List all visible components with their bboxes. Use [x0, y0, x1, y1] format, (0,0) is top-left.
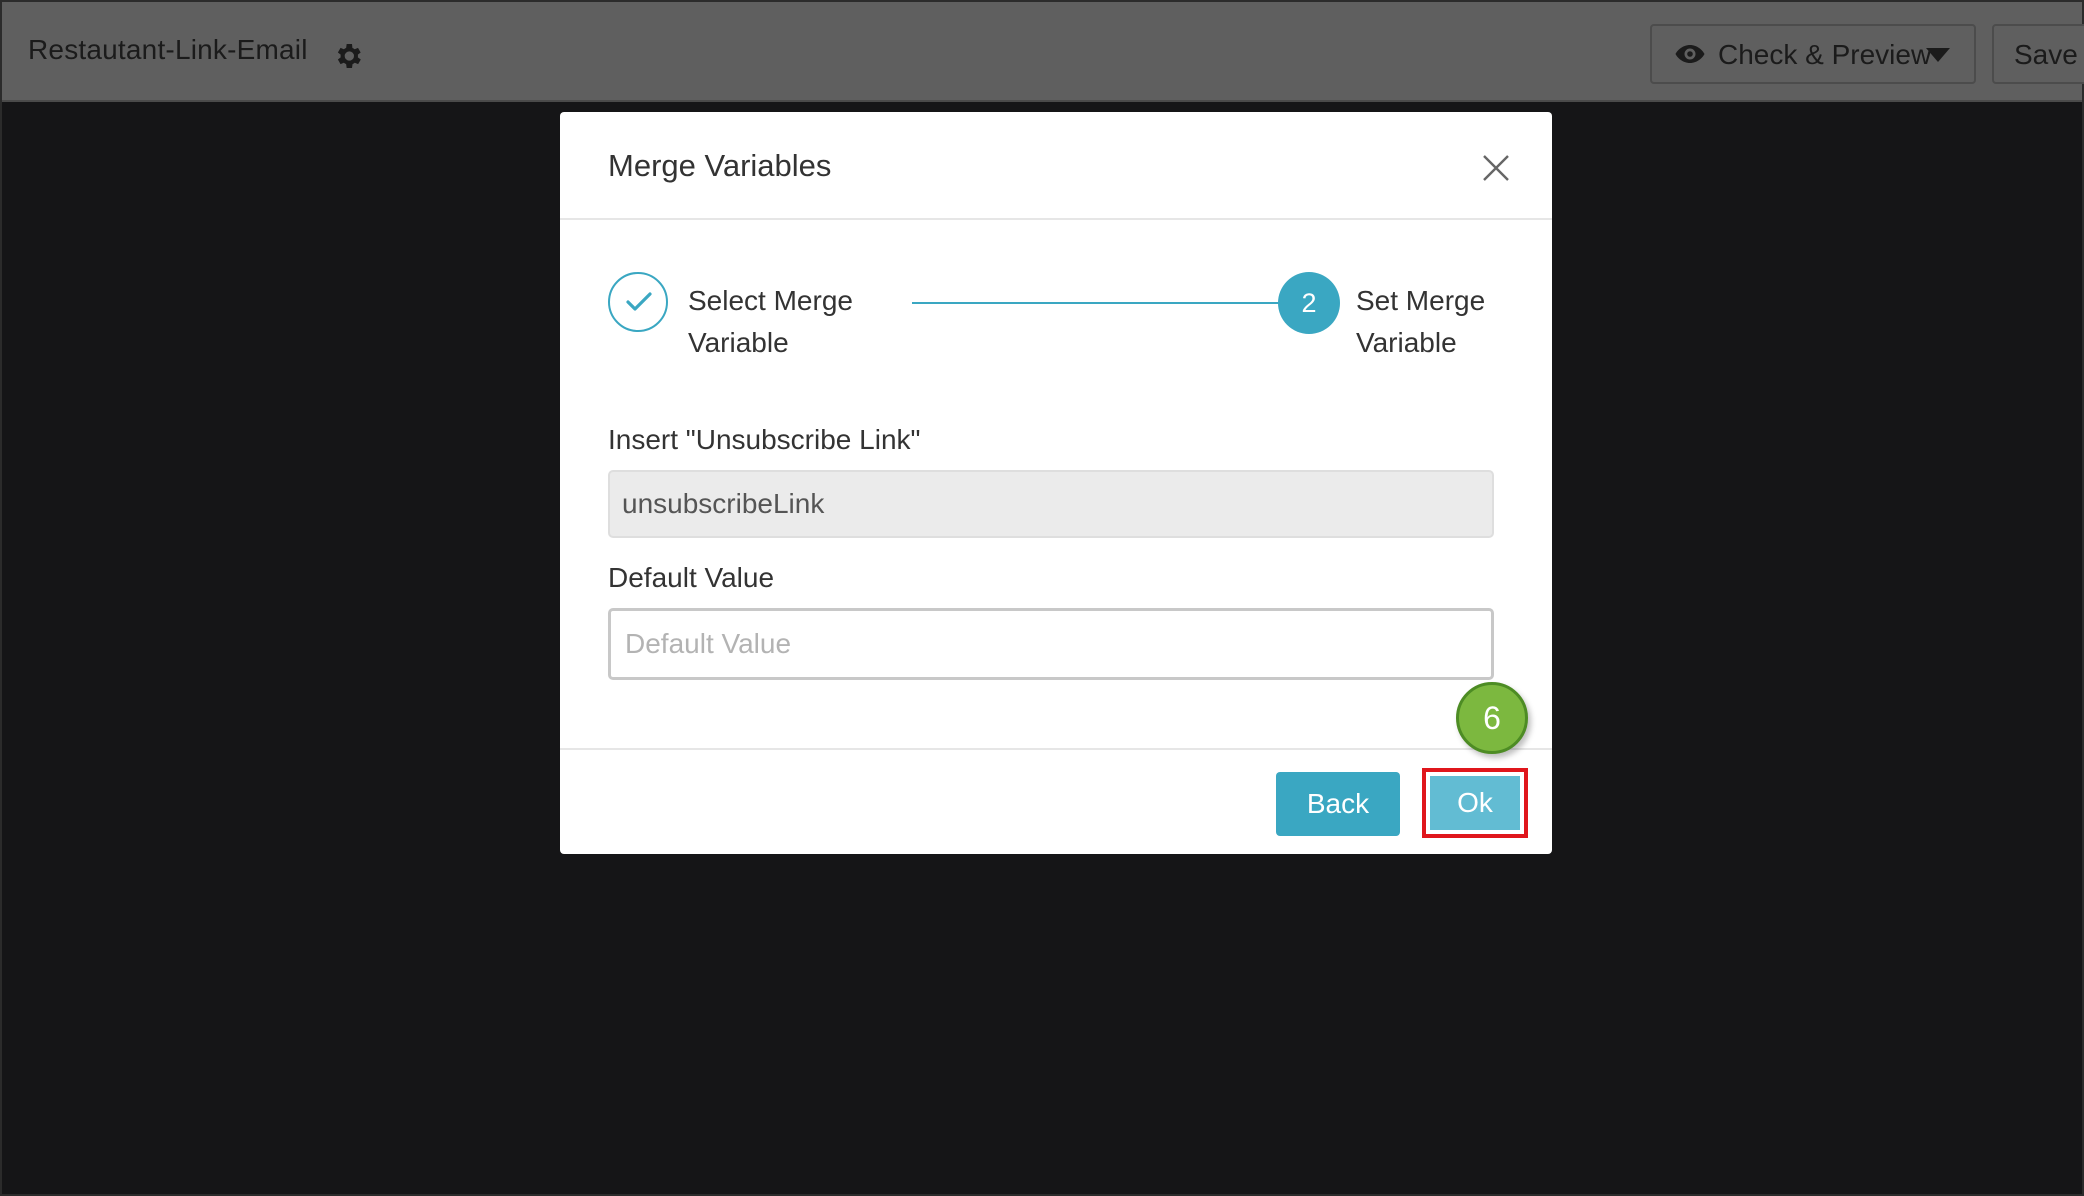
- save-button[interactable]: Save: [1992, 24, 2084, 84]
- gear-icon[interactable]: [332, 40, 364, 72]
- dialog-title: Merge Variables: [608, 148, 832, 183]
- footer-divider: [560, 748, 1552, 750]
- step-2-indicator: 2: [1278, 272, 1340, 334]
- close-icon[interactable]: [1482, 154, 1510, 182]
- caret-down-icon[interactable]: [1926, 48, 1950, 62]
- merge-variables-dialog: Merge Variables Select Merge Variable 2 …: [560, 112, 1552, 854]
- check-icon: [626, 292, 652, 311]
- step-number-badge: 6: [1456, 682, 1528, 754]
- document-title: Restautant-Link-Email: [28, 34, 308, 65]
- app-frame: Restautant-Link-Email Check & Preview Sa…: [0, 0, 2084, 1196]
- save-label: Save: [2014, 39, 2078, 70]
- default-value-input[interactable]: [608, 608, 1494, 680]
- step-1-label: Select Merge Variable: [688, 285, 853, 358]
- step-1-indicator: [608, 272, 668, 332]
- default-value-label: Default Value: [608, 562, 775, 593]
- eye-icon: [1675, 45, 1705, 63]
- step-2-label: Set Merge Variable: [1356, 285, 1486, 358]
- ok-button-highlight: Ok: [1422, 768, 1528, 838]
- dialog-header: Merge Variables: [560, 112, 1552, 220]
- insert-variable-label: Insert "Unsubscribe Link": [608, 424, 921, 455]
- stepper-connector: [912, 302, 1282, 304]
- check-preview-button[interactable]: Check & Preview: [1650, 24, 1976, 84]
- top-toolbar: Restautant-Link-Email Check & Preview Sa…: [2, 2, 2084, 102]
- check-preview-label: Check & Preview: [1718, 39, 1932, 70]
- ok-button[interactable]: Ok: [1430, 776, 1520, 830]
- back-button[interactable]: Back: [1276, 772, 1400, 836]
- merge-variable-field: unsubscribeLink: [608, 470, 1494, 538]
